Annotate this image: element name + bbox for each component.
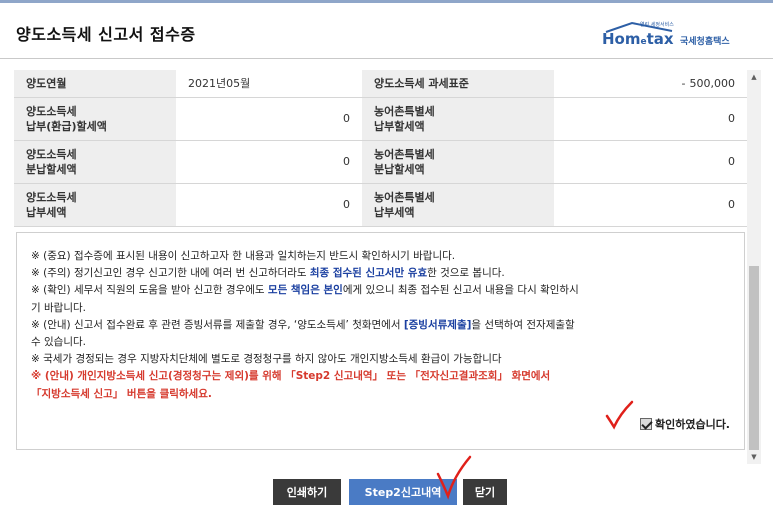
logo-tagline: 열린 세정서비스	[640, 22, 674, 28]
notice-line-local-refund: ※ 국세가 경정되는 경우 지방자치단체에 별도로 경정청구를 하지 않아도 개…	[31, 353, 502, 366]
label-transfer-month: 양도연월	[14, 70, 176, 98]
table-row: 양도연월 2021년05월 양도소득세 과세표준 -500,000	[14, 70, 747, 98]
table-row: 양도소득세 분납할세액 0 농어촌특별세 분납할세액 0	[14, 140, 747, 184]
dialog-header: 양도소득세 신고서 접수증 열린 세정서비스 Hometax 국세청홈택스	[0, 3, 773, 59]
notice-line-local-tax-guide: ※ (안내) 개인지방소득세 신고(경정청구는 제외)를 위해 「Step2 신…	[31, 370, 551, 383]
notice-box: ※ (중요) 접수증에 표시된 내용이 신고하고자 한 내용과 일치하는지 반드…	[16, 232, 745, 450]
value-transfer-month: 2021년05월	[176, 70, 362, 98]
vertical-scrollbar[interactable]: ▲ ▼	[747, 70, 761, 464]
notice-line-documents: ※ (안내) 신고서 접수완료 후 관련 증빙서류를 제출할 경우, ‘양도소득…	[31, 318, 575, 349]
confirm-label: 확인하였습니다.	[654, 417, 730, 431]
scrollbar-thumb[interactable]	[749, 266, 759, 450]
scroll-up-arrow-icon[interactable]: ▲	[747, 70, 761, 84]
confirm-checkbox[interactable]	[639, 418, 652, 431]
scroll-down-arrow-icon[interactable]: ▼	[747, 450, 761, 464]
dialog-title: 양도소득세 신고서 접수증	[16, 25, 196, 44]
label-payable-refund-tax: 양도소득세 납부(환급)할세액	[14, 97, 176, 141]
label-rural-paid-tax: 농어촌특별세 납부세액	[362, 183, 554, 227]
step2-history-button[interactable]: Step2신고내역	[349, 479, 457, 505]
receipt-content-area[interactable]: 양도연월 2021년05월 양도소득세 과세표준 -500,000 양도소득세 납…	[14, 70, 747, 464]
label-rural-installment-tax: 농어촌특별세 분납할세액	[362, 140, 554, 184]
value-rural-paid-tax: 0	[554, 183, 747, 227]
close-button[interactable]: 닫기	[463, 479, 507, 505]
notice-line-local-tax-button: 「지방소득세 신고」 버튼을 클릭하세요.	[31, 387, 212, 400]
label-tax-base: 양도소득세 과세표준	[362, 70, 554, 98]
label-paid-tax: 양도소득세 납부세액	[14, 183, 176, 227]
value-payable-refund-tax: 0	[176, 97, 362, 141]
label-installment-tax: 양도소득세 분납할세액	[14, 140, 176, 184]
value-paid-tax: 0	[176, 183, 362, 227]
label-rural-payable-tax: 농어촌특별세 납부할세액	[362, 97, 554, 141]
notice-line-caution: ※ (주의) 정기신고인 경우 신고기한 내에 여러 번 신고하더라도 최종 접…	[31, 267, 505, 280]
value-installment-tax: 0	[176, 140, 362, 184]
notice-line-check: ※ (확인) 세무서 직원의 도움을 받아 신고한 경우에도 모든 책임은 본인…	[31, 284, 579, 314]
value-rural-installment-tax: 0	[554, 140, 747, 184]
logo-korean-name: 국세청홈택스	[680, 37, 730, 47]
hometax-logo: 열린 세정서비스 Hometax 국세청홈택스	[600, 21, 745, 49]
table-row: 양도소득세 납부(환급)할세액 0 농어촌특별세 납부할세액 0	[14, 97, 747, 141]
table-row: 양도소득세 납부세액 0 농어촌특별세 납부세액 0	[14, 183, 747, 227]
confirm-checkbox-row[interactable]: 확인하였습니다.	[639, 416, 730, 433]
button-bar: 인쇄하기 Step2신고내역 닫기	[0, 479, 773, 505]
notice-line-important: ※ (중요) 접수증에 표시된 내용이 신고하고자 한 내용과 일치하는지 반드…	[31, 250, 456, 262]
print-button[interactable]: 인쇄하기	[273, 479, 341, 505]
logo-brand: Hometax	[602, 30, 674, 48]
value-rural-payable-tax: 0	[554, 97, 747, 141]
receipt-summary-table: 양도연월 2021년05월 양도소득세 과세표준 -500,000 양도소득세 납…	[14, 70, 747, 227]
value-tax-base: -500,000	[554, 70, 747, 98]
